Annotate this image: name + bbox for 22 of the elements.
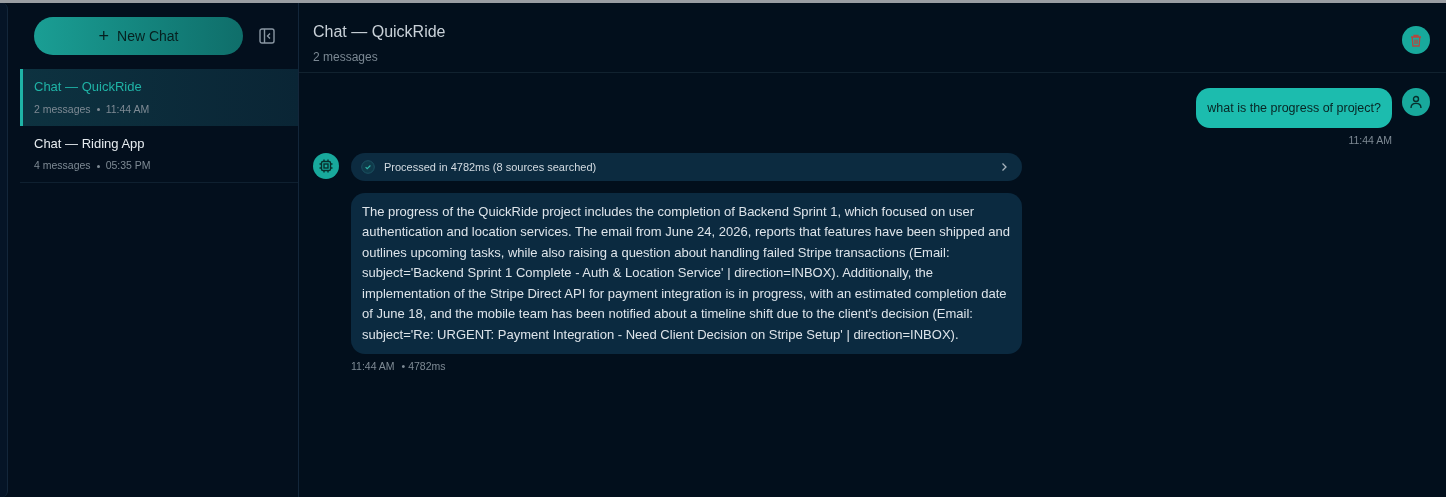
message-count: 2 messages — [313, 49, 379, 66]
processing-status-button[interactable]: Processed in 4782ms (8 sources searched) — [351, 152, 1022, 181]
chevron-right-icon — [1000, 161, 1008, 172]
message-count: 4 messages — [34, 158, 91, 174]
trash-icon — [1410, 33, 1422, 47]
chat-list-item[interactable]: Chat — Riding App 4 messages 05:35 PM — [20, 126, 298, 183]
new-chat-button[interactable]: + New Chat — [34, 17, 243, 55]
timestamp: 11:44 AM — [351, 359, 395, 375]
check-icon — [361, 159, 375, 174]
chip-icon — [318, 157, 334, 174]
timestamp: 11:44 AM — [105, 101, 150, 117]
collapse-sidebar-icon[interactable] — [259, 28, 275, 44]
delete-button[interactable] — [1402, 26, 1430, 54]
timestamp: 11:44 AM — [1348, 133, 1392, 148]
chat-title: Chat — QuickRide — [313, 22, 446, 42]
user-message: what is the progress of project? — [1196, 88, 1392, 128]
message-count: 2 messages — [34, 101, 91, 117]
chat-list-item[interactable]: Chat — QuickRide 2 messages 11:44 AM — [20, 69, 298, 126]
person-icon — [1409, 95, 1423, 109]
response-time: • 4782ms — [401, 359, 446, 375]
timestamp: 05:35 PM — [105, 158, 151, 174]
assistant-message: The progress of the QuickRide project includes the completion of Backend Sprint 1, which focused on user authentication and location services. The email from June 24, 2026, reports that features have been shipped and outlines upcoming tasks, while also raising a question about handling failed Stripe transactions (Email: subject='Backend Sprint 1 Complete - Auth & Location Service' | direction=INBOX). Additionally, the implementation of the Stripe Direct API for payment integration is in progress, with an estimated completion date of June 18, and the mobile team has been notified about a timeline shift due to the client's decision (Email: subject='Re: URGENT: Payment Integration - Need Client Decision on Stripe Setup' | direction=INBOX). — [362, 202, 1011, 344]
